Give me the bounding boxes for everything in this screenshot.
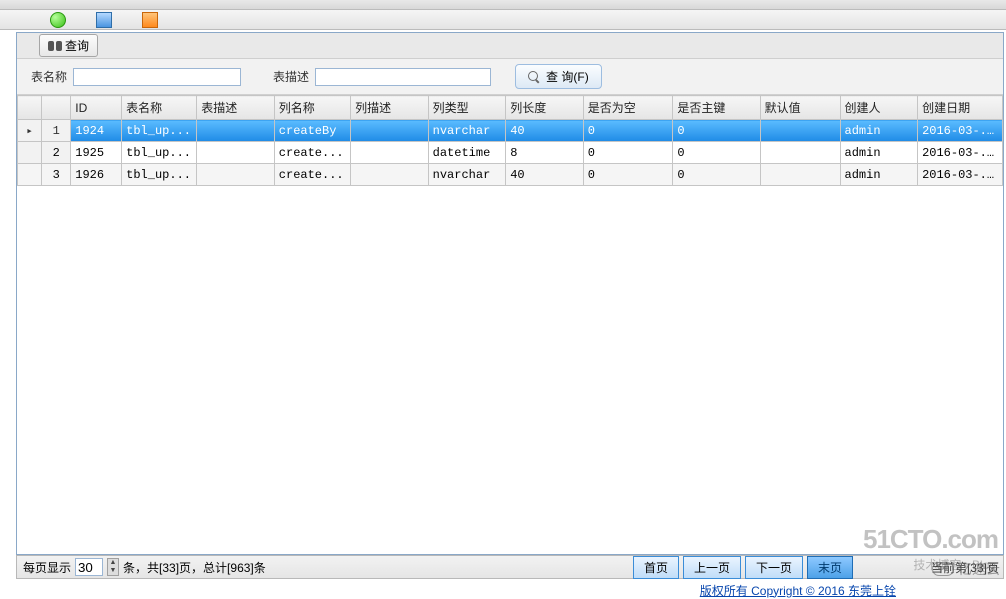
cell-coldesc[interactable] xyxy=(351,142,429,164)
row-number[interactable]: 2 xyxy=(42,142,71,164)
tbdesc-label: 表描述 xyxy=(273,68,309,85)
content-panel: 查询 表名称 表描述 查 询(F) ID xyxy=(16,32,1004,555)
pager: 每页显示 ▲ ▼ 条，共[33]页，总计[963]条 首页 上一页 下一页 末页… xyxy=(16,555,1004,579)
icon-toolbar xyxy=(0,10,1006,30)
col-tbname[interactable]: 表名称 xyxy=(122,96,197,120)
cell-default[interactable] xyxy=(760,120,840,142)
last-page-button[interactable]: 末页 xyxy=(807,556,853,579)
cell-collen[interactable]: 8 xyxy=(506,142,584,164)
cell-isnull[interactable]: 0 xyxy=(583,120,673,142)
pager-nav: 首页 上一页 下一页 末页 xyxy=(633,556,853,579)
cell-cdate[interactable]: 2016-03-... xyxy=(918,142,1003,164)
cell-creator[interactable]: admin xyxy=(840,120,918,142)
cell-tbdesc[interactable] xyxy=(197,142,275,164)
table-row[interactable]: 21925tbl_up...create...datetime800admin2… xyxy=(18,142,1003,164)
per-page-input[interactable] xyxy=(75,558,103,576)
footer: 版权所有 Copyright © 2016 东莞上铨 xyxy=(0,581,1006,599)
col-id[interactable]: ID xyxy=(71,96,122,120)
query-button[interactable]: 查 询(F) xyxy=(515,64,602,89)
search-button-label: 查询 xyxy=(65,37,89,54)
copyright-link[interactable]: 版权所有 Copyright © 2016 东莞上铨 xyxy=(700,582,896,599)
cell-creator[interactable]: admin xyxy=(840,164,918,186)
header-row: ID 表名称 表描述 列名称 列描述 列类型 列长度 是否为空 是否主键 默认值… xyxy=(18,96,1003,120)
cell-id[interactable]: 1926 xyxy=(71,164,122,186)
blue-square-icon[interactable] xyxy=(96,12,112,28)
top-toolbar xyxy=(0,0,1006,10)
query-button-label: 查 询(F) xyxy=(546,68,589,85)
row-marker xyxy=(18,142,42,164)
tbname-input[interactable] xyxy=(73,68,241,86)
table-row[interactable]: 11924tbl_up...createBynvarchar4000admin2… xyxy=(18,120,1003,142)
cell-coldesc[interactable] xyxy=(351,164,429,186)
cell-coltype[interactable]: nvarchar xyxy=(428,164,506,186)
orange-block-icon[interactable] xyxy=(142,12,158,28)
binoculars-icon xyxy=(48,41,62,51)
filter-row: 表名称 表描述 查 询(F) xyxy=(17,59,1003,95)
cell-collen[interactable]: 40 xyxy=(506,164,584,186)
row-marker xyxy=(18,120,42,142)
first-page-button[interactable]: 首页 xyxy=(633,556,679,579)
cell-id[interactable]: 1924 xyxy=(71,120,122,142)
cell-tbname[interactable]: tbl_up... xyxy=(122,142,197,164)
cell-colname[interactable]: create... xyxy=(274,164,350,186)
cell-ispk[interactable]: 0 xyxy=(673,120,760,142)
cell-colname[interactable]: create... xyxy=(274,142,350,164)
tbdesc-input[interactable] xyxy=(315,68,491,86)
search-button[interactable]: 查询 xyxy=(39,34,98,57)
spinner-down-icon[interactable]: ▼ xyxy=(108,567,118,575)
col-isnull[interactable]: 是否为空 xyxy=(583,96,673,120)
prev-page-button[interactable]: 上一页 xyxy=(683,556,741,579)
cell-isnull[interactable]: 0 xyxy=(583,164,673,186)
cell-coltype[interactable]: nvarchar xyxy=(428,120,506,142)
search-icon xyxy=(528,71,540,83)
cell-isnull[interactable]: 0 xyxy=(583,142,673,164)
pager-summary: 条，共[33]页，总计[963]条 xyxy=(123,559,266,576)
cell-coltype[interactable]: datetime xyxy=(428,142,506,164)
col-cdate[interactable]: 创建日期 xyxy=(918,96,1003,120)
cell-id[interactable]: 1925 xyxy=(71,142,122,164)
cell-colname[interactable]: createBy xyxy=(274,120,350,142)
cell-tbdesc[interactable] xyxy=(197,164,275,186)
cell-tbdesc[interactable] xyxy=(197,120,275,142)
row-marker xyxy=(18,164,42,186)
per-page-label: 每页显示 xyxy=(23,559,71,576)
cell-coldesc[interactable] xyxy=(351,120,429,142)
cell-default[interactable] xyxy=(760,142,840,164)
cell-tbname[interactable]: tbl_up... xyxy=(122,120,197,142)
current-page-indicator: 当前第[33]页 xyxy=(931,559,999,576)
green-circle-icon[interactable] xyxy=(50,12,66,28)
per-page-spinner[interactable]: ▲ ▼ xyxy=(107,558,119,576)
cell-cdate[interactable]: 2016-03-... xyxy=(918,164,1003,186)
col-coldesc[interactable]: 列描述 xyxy=(351,96,429,120)
cell-ispk[interactable]: 0 xyxy=(673,164,760,186)
row-number[interactable]: 3 xyxy=(42,164,71,186)
col-tbdesc[interactable]: 表描述 xyxy=(197,96,275,120)
row-number[interactable]: 1 xyxy=(42,120,71,142)
data-grid[interactable]: ID 表名称 表描述 列名称 列描述 列类型 列长度 是否为空 是否主键 默认值… xyxy=(17,95,1003,554)
col-default[interactable]: 默认值 xyxy=(760,96,840,120)
col-coltype[interactable]: 列类型 xyxy=(428,96,506,120)
col-rownum[interactable] xyxy=(42,96,71,120)
cell-collen[interactable]: 40 xyxy=(506,120,584,142)
search-bar: 查询 xyxy=(17,33,1003,59)
col-collen[interactable]: 列长度 xyxy=(506,96,584,120)
tbname-label: 表名称 xyxy=(31,68,67,85)
col-creator[interactable]: 创建人 xyxy=(840,96,918,120)
next-page-button[interactable]: 下一页 xyxy=(745,556,803,579)
cell-ispk[interactable]: 0 xyxy=(673,142,760,164)
col-ispk[interactable]: 是否主键 xyxy=(673,96,760,120)
cell-creator[interactable]: admin xyxy=(840,142,918,164)
col-marker[interactable] xyxy=(18,96,42,120)
cell-default[interactable] xyxy=(760,164,840,186)
col-colname[interactable]: 列名称 xyxy=(274,96,350,120)
table-row[interactable]: 31926tbl_up...create...nvarchar4000admin… xyxy=(18,164,1003,186)
cell-tbname[interactable]: tbl_up... xyxy=(122,164,197,186)
spinner-up-icon[interactable]: ▲ xyxy=(108,559,118,567)
cell-cdate[interactable]: 2016-03-... xyxy=(918,120,1003,142)
